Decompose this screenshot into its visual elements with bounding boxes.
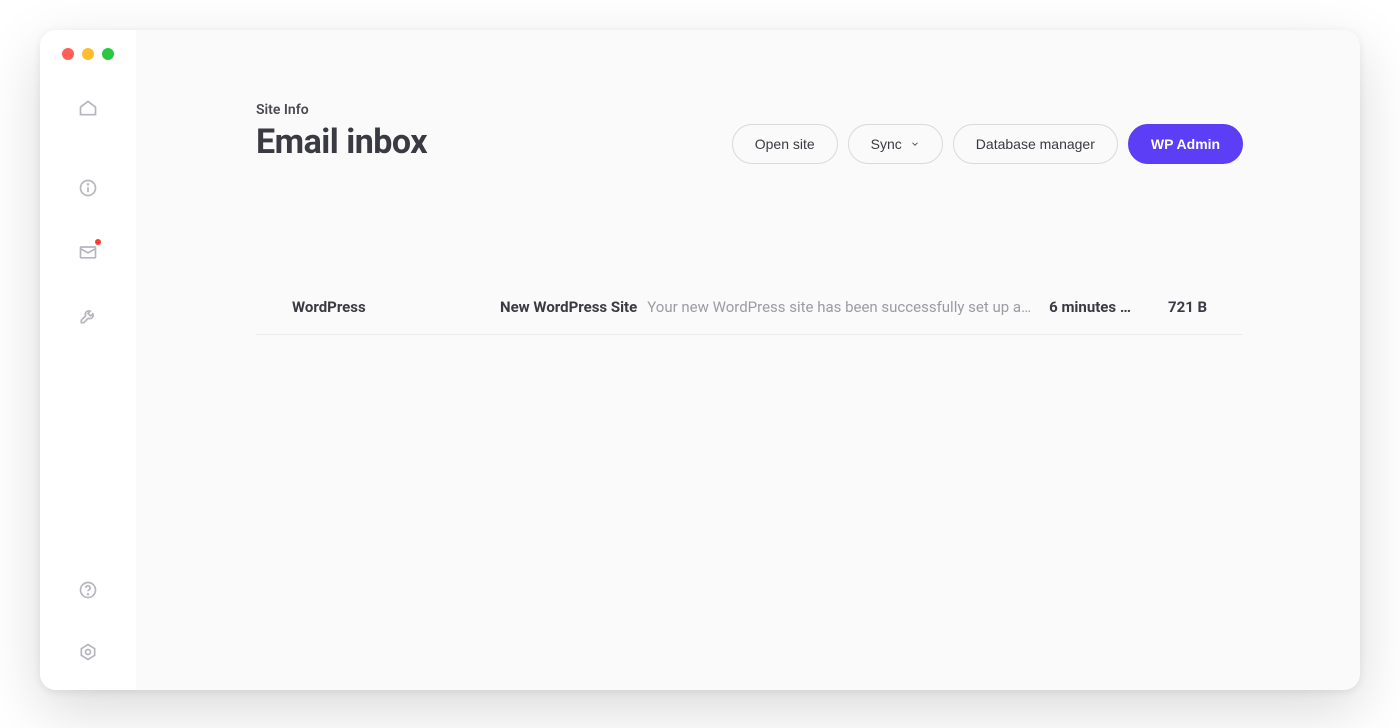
page-eyebrow: Site Info [256,102,427,118]
notification-badge [94,238,102,246]
email-subject-wrap: New WordPress Site Your new WordPress si… [500,298,1031,316]
help-icon[interactable] [78,580,98,600]
home-icon[interactable] [78,98,98,118]
email-preview: Your new WordPress site has been success… [647,298,1031,316]
email-subject: New WordPress Site [500,298,637,316]
settings-icon[interactable] [78,642,98,662]
header-actions: Open site Sync Database manager WP Admin [732,124,1243,164]
database-manager-button[interactable]: Database manager [953,124,1118,164]
minimize-window-button[interactable] [82,48,94,60]
maximize-window-button[interactable] [102,48,114,60]
sync-button[interactable]: Sync [848,124,943,164]
tools-icon[interactable] [78,306,98,326]
open-site-button[interactable]: Open site [732,124,838,164]
open-site-label: Open site [755,136,815,152]
database-manager-label: Database manager [976,136,1095,152]
email-sender: WordPress [292,298,482,316]
main-content: Site Info Email inbox Open site Sync Dat… [136,30,1360,690]
sidebar [40,30,136,690]
sidebar-top-group [78,98,98,118]
window-controls [40,48,114,60]
email-size: 721 B [1157,298,1207,316]
page-title: Email inbox [256,122,427,162]
info-icon[interactable] [78,178,98,198]
close-window-button[interactable] [62,48,74,60]
title-block: Site Info Email inbox [256,102,427,162]
sidebar-bottom-group [78,580,98,662]
wp-admin-button[interactable]: WP Admin [1128,124,1243,164]
sidebar-mid-group [78,178,98,326]
header-row: Site Info Email inbox Open site Sync Dat… [256,102,1243,164]
mail-icon[interactable] [78,242,98,262]
sync-label: Sync [871,136,902,152]
email-row[interactable]: WordPress New WordPress Site Your new Wo… [256,280,1243,335]
email-list: WordPress New WordPress Site Your new Wo… [256,280,1243,335]
email-time: 6 minutes … [1049,298,1139,316]
chevron-down-icon [910,139,920,149]
wp-admin-label: WP Admin [1151,136,1220,152]
app-window: Site Info Email inbox Open site Sync Dat… [40,30,1360,690]
